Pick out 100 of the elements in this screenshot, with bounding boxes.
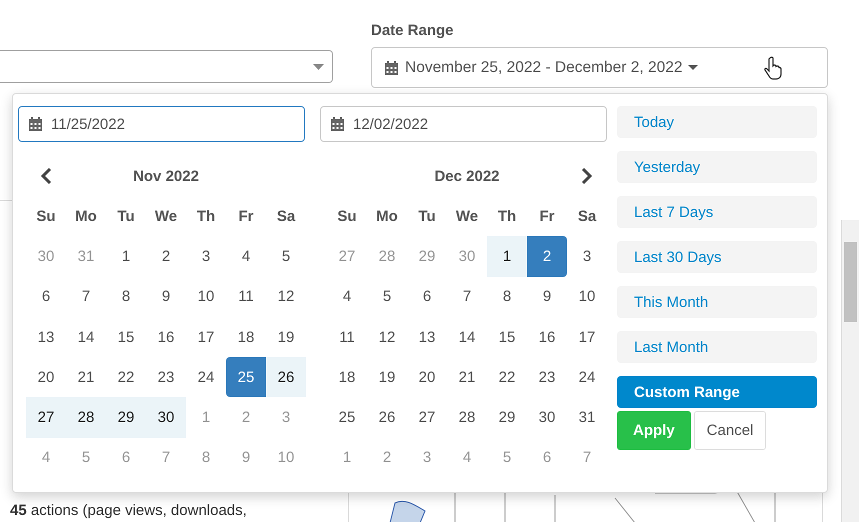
weekday-label: Sa <box>576 206 598 227</box>
calendar-day[interactable]: 19 <box>367 357 407 398</box>
calendar-day[interactable]: 13 <box>407 316 447 358</box>
calendar-day[interactable]: 4 <box>226 236 266 277</box>
range-option[interactable]: Last Month <box>617 331 817 363</box>
calendar-day[interactable]: 10 <box>567 276 607 317</box>
calendar-day[interactable]: 15 <box>487 316 527 358</box>
weekday-label: Mo <box>74 206 98 227</box>
calendar-day[interactable]: 5 <box>367 276 407 317</box>
calendar-day[interactable]: 18 <box>226 316 266 358</box>
calendar-day[interactable]: 17 <box>186 316 226 358</box>
calendar-day[interactable]: 18 <box>327 357 367 398</box>
range-option[interactable]: Last 7 Days <box>617 196 817 228</box>
weekday-label: Sa <box>276 206 296 227</box>
calendar-icon <box>28 116 43 132</box>
calendar-day[interactable]: 16 <box>527 316 567 358</box>
calendar-day[interactable]: 2 <box>146 236 186 277</box>
calendar-day[interactable]: 12 <box>367 316 407 358</box>
caret-icon <box>688 65 698 70</box>
calendar-day[interactable]: 2 <box>527 236 567 277</box>
weekday-label: We <box>454 206 480 227</box>
calendar-day[interactable]: 3 <box>186 236 226 277</box>
calendar-day[interactable]: 3 <box>567 236 607 277</box>
start-date-field[interactable]: 11/25/2022 <box>18 106 305 142</box>
calendar-day[interactable]: 25 <box>327 397 367 438</box>
chevron-right-icon <box>581 168 593 184</box>
weekday-label: Th <box>196 206 216 227</box>
range-option[interactable]: This Month <box>617 286 817 318</box>
weekday-label: Su <box>336 206 358 227</box>
range-option[interactable]: Last 30 Days <box>617 241 817 273</box>
weekday-label: Fr <box>538 206 556 227</box>
select-field[interactable] <box>0 50 333 83</box>
calendar-day[interactable]: 23 <box>146 357 186 398</box>
weekday-label: Tu <box>417 206 437 227</box>
calendar-day[interactable]: 19 <box>266 316 306 358</box>
summary-text: 45 actions (page views, downloads, <box>10 502 247 519</box>
caret-icon <box>313 64 324 70</box>
calendar-day[interactable]: 25 <box>226 357 266 398</box>
calendar-day[interactable]: 28 <box>66 397 106 438</box>
calendar-day[interactable]: 7 <box>447 276 487 317</box>
month-title: Nov 2022 <box>133 168 199 184</box>
calendar-icon <box>330 116 345 132</box>
calendar-day[interactable]: 13 <box>26 316 66 358</box>
calendar-day[interactable]: 20 <box>407 357 447 398</box>
calendar-day[interactable]: 11 <box>226 276 266 317</box>
calendar-day[interactable]: 31 <box>567 397 607 438</box>
calendar-day[interactable]: 1 <box>487 236 527 277</box>
range-option[interactable]: Today <box>617 106 817 138</box>
calendar-day[interactable]: 28 <box>447 397 487 438</box>
calendar-day[interactable]: 7 <box>66 276 106 317</box>
calendar-day[interactable]: 9 <box>527 276 567 317</box>
calendar-day[interactable]: 12 <box>266 276 306 317</box>
calendar-day[interactable]: 24 <box>186 357 226 398</box>
range-option[interactable]: Custom Range <box>617 376 817 408</box>
calendar-day[interactable]: 14 <box>66 316 106 358</box>
weekday-label: Su <box>35 206 57 227</box>
weekday-label: Mo <box>375 206 399 227</box>
chevron-left-icon <box>40 168 52 184</box>
field-label: Date Range <box>371 22 455 39</box>
cancel-button[interactable]: Cancel <box>694 411 766 450</box>
calendar-day[interactable]: 29 <box>106 397 146 438</box>
end-date-field[interactable]: 12/02/2022 <box>320 106 607 142</box>
range-option[interactable]: Yesterday <box>617 151 817 183</box>
calendar-day[interactable]: 29 <box>487 397 527 438</box>
calendar-day[interactable]: 27 <box>407 397 447 438</box>
calendar-day[interactable]: 14 <box>447 316 487 358</box>
calendar-day[interactable]: 8 <box>106 276 146 317</box>
calendar-day[interactable]: 10 <box>186 276 226 317</box>
calendar-day[interactable]: 30 <box>527 397 567 438</box>
weekday-label: Fr <box>238 206 254 227</box>
calendar-day[interactable]: 11 <box>327 316 367 358</box>
calendar-day[interactable]: 15 <box>106 316 146 358</box>
scrollbar[interactable] <box>841 220 859 522</box>
calendar-day[interactable]: 27 <box>26 397 66 438</box>
calendar-day[interactable]: 8 <box>487 276 527 317</box>
calendar-day[interactable]: 5 <box>266 236 306 277</box>
calendar-day[interactable]: 20 <box>26 357 66 398</box>
calendar-day[interactable]: 16 <box>146 316 186 358</box>
calendar-day[interactable]: 6 <box>26 276 66 317</box>
calendar-day[interactable]: 30 <box>146 397 186 438</box>
weekday-label: Th <box>496 206 518 227</box>
calendar-day[interactable]: 23 <box>527 357 567 398</box>
calendar-day[interactable]: 21 <box>66 357 106 398</box>
month-title: Dec 2022 <box>434 168 500 184</box>
calendar-day[interactable]: 17 <box>567 316 607 358</box>
calendar-day[interactable]: 21 <box>447 357 487 398</box>
calendar-day[interactable]: 26 <box>367 397 407 438</box>
weekday-label: Tu <box>116 206 136 227</box>
weekday-label: We <box>154 206 178 227</box>
pointer-cursor-icon <box>764 56 782 80</box>
calendar-day[interactable]: 22 <box>487 357 527 398</box>
calendar-day[interactable]: 24 <box>567 357 607 398</box>
calendar-day[interactable]: 9 <box>146 276 186 317</box>
calendar-day[interactable]: 22 <box>106 357 146 398</box>
date-range-button[interactable]: November 25, 2022 - December 2, 2022 <box>371 47 828 88</box>
calendar-day[interactable]: 1 <box>106 236 146 277</box>
calendar-icon <box>384 60 399 76</box>
calendar-day[interactable]: 6 <box>407 276 447 317</box>
calendar-day[interactable]: 26 <box>266 357 306 398</box>
calendar-day[interactable]: 4 <box>327 276 367 317</box>
